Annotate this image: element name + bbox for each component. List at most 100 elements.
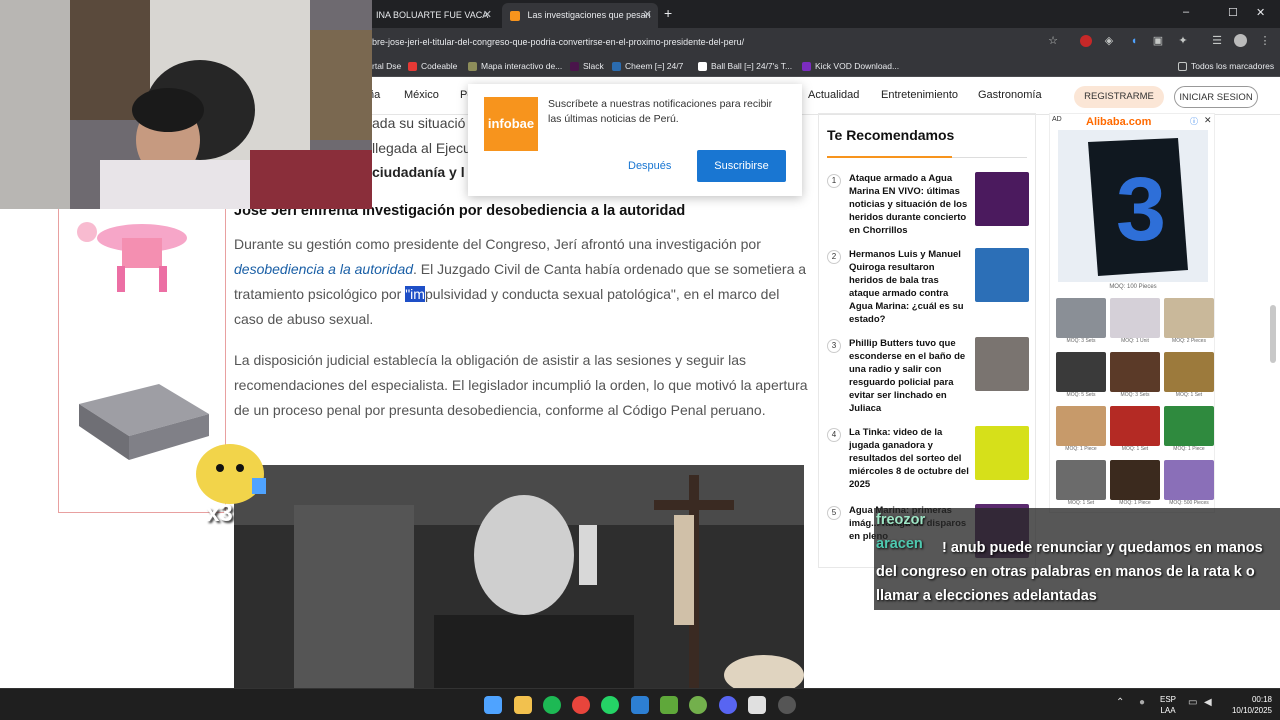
minimize-button[interactable]: – — [1183, 6, 1189, 18]
bookmark-item[interactable]: Slack — [570, 59, 604, 73]
ad-product-cell[interactable]: MOQ: 1 Unit — [1110, 298, 1160, 346]
ad-product-cell[interactable]: MOQ: 500 Pieces — [1164, 460, 1214, 508]
close-window-button[interactable]: ✕ — [1256, 6, 1265, 19]
ad-product-image[interactable] — [1164, 406, 1214, 446]
ad-product-image[interactable] — [1056, 460, 1106, 500]
recommend-thumbnail[interactable] — [975, 426, 1029, 480]
recommend-headline[interactable]: La Tinka: video de la jugada ganadora y … — [849, 426, 969, 491]
bookmark-item[interactable]: Ball Ball [=] 24/7's T... — [698, 59, 792, 73]
ad-product-image[interactable] — [1110, 406, 1160, 446]
chrome-icon[interactable] — [572, 696, 590, 714]
bookmark-item[interactable]: rtal Dse — [372, 59, 401, 73]
ad-product-cell[interactable]: MOQ: 3 Sets — [1110, 352, 1160, 400]
photos-icon[interactable] — [631, 696, 649, 714]
ad-product-cell[interactable]: MOQ: 1 Set — [1056, 460, 1106, 508]
whatsapp-icon[interactable] — [601, 696, 619, 714]
recommend-thumbnail[interactable] — [975, 248, 1029, 302]
ad-product-image[interactable] — [1056, 352, 1106, 392]
network-icon[interactable]: ▭ — [1188, 697, 1197, 708]
url-field[interactable]: bre-jose-jeri-el-titular-del-congreso-qu… — [372, 32, 1072, 52]
extension-gamepad-icon[interactable]: ◈ — [1102, 34, 1116, 48]
discord-icon[interactable] — [719, 696, 737, 714]
recommend-headline[interactable]: Phillip Butters tuvo que esconderse en e… — [849, 337, 969, 415]
nav-item-entretenimiento[interactable]: Entretenimiento — [881, 89, 958, 101]
input-language[interactable]: ESP LAA — [1160, 694, 1176, 716]
tray-chevron-icon[interactable]: ⌃ — [1116, 697, 1124, 708]
bookmark-star-icon[interactable]: ☆ — [1046, 34, 1060, 48]
alibaba-logo[interactable]: Alibaba.com — [1086, 116, 1151, 128]
spotify-icon[interactable] — [543, 696, 561, 714]
nav-item-gastronomia[interactable]: Gastronomía — [978, 89, 1042, 101]
ad-product-cell[interactable]: MOQ: 1 Set — [1164, 352, 1214, 400]
ad-product-cell[interactable]: MOQ: 1 Piece — [1164, 406, 1214, 454]
ad-product-image[interactable] — [1110, 298, 1160, 338]
volume-icon[interactable]: ◀ — [1204, 697, 1212, 708]
bookmark-item[interactable]: Mapa interactivo de... — [468, 59, 562, 73]
recommend-thumbnail[interactable] — [975, 337, 1029, 391]
bookmark-item[interactable]: Cheem [=] 24/7 — [612, 59, 683, 73]
ad-main-product-image[interactable]: 3 — [1058, 130, 1208, 282]
ad-product-cell[interactable]: MOQ: 1 Piece — [1056, 406, 1106, 454]
all-bookmarks-folder[interactable]: Todos los marcadores — [1178, 59, 1274, 73]
subscribe-button[interactable]: Suscribirse — [697, 150, 786, 182]
desobediencia-link[interactable]: desobediencia a la autoridad — [234, 261, 413, 277]
minecraft-icon[interactable] — [660, 696, 678, 714]
new-tab-button[interactable]: + — [664, 5, 672, 21]
ad-product-cell[interactable]: MOQ: 2 Pieces — [1164, 298, 1214, 346]
ad-close-icon[interactable]: ✕ — [1204, 115, 1212, 126]
emote-multiplier: x3 — [206, 500, 233, 527]
ad-product-cell[interactable]: MOQ: 3 Sets — [1056, 298, 1106, 346]
ad-product-cell[interactable]: MOQ: 5 Sets — [1056, 352, 1106, 400]
extension-box-icon[interactable]: ▣ — [1151, 34, 1165, 48]
kick-icon — [802, 62, 811, 72]
file-explorer-icon[interactable] — [514, 696, 532, 714]
recommend-item-2[interactable]: 2 Hermanos Luis y Manuel Quiroga resulta… — [827, 248, 1030, 328]
tab-boluarte[interactable]: INA BOLUARTE FUE VACA ✕ — [368, 3, 498, 28]
profile-avatar[interactable] — [1234, 34, 1247, 47]
page-scrollbar[interactable] — [1270, 305, 1276, 363]
bookmark-label: Codeable — [421, 61, 458, 71]
xbox-icon[interactable] — [689, 696, 707, 714]
recommend-item-3[interactable]: 3 Phillip Butters tuvo que esconderse en… — [827, 337, 1030, 417]
ad-info-icon[interactable]: ⓘ — [1190, 116, 1198, 127]
recommend-headline[interactable]: Hermanos Luis y Manuel Quiroga resultaro… — [849, 248, 969, 326]
obs-icon[interactable] — [778, 696, 796, 714]
nav-item-actualidad[interactable]: Actualidad — [808, 89, 859, 101]
microphone-icon[interactable]: ● — [1139, 697, 1145, 708]
nav-item-mexico[interactable]: México — [404, 89, 439, 101]
close-tab-icon[interactable]: ✕ — [643, 3, 652, 28]
ad-product-cell[interactable]: MOQ: 1 Piece — [1110, 460, 1160, 508]
ad-product-image[interactable] — [1056, 406, 1106, 446]
extension-red-icon[interactable] — [1080, 35, 1092, 47]
bookmark-item[interactable]: Kick VOD Download... — [802, 59, 899, 73]
ad-product-image[interactable] — [1164, 298, 1214, 338]
bookmark-item[interactable]: Codeable — [408, 59, 457, 73]
ad-product-cell[interactable]: MOQ: 1 Set — [1110, 406, 1160, 454]
tab-investigaciones[interactable]: Las investigaciones que pesan ✕ — [502, 3, 658, 28]
recommend-headline[interactable]: Ataque armado a Agua Marina EN VIVO: últ… — [849, 172, 969, 237]
maximize-button[interactable]: ☐ — [1228, 6, 1238, 19]
ad-product-image[interactable] — [1056, 298, 1106, 338]
extensions-puzzle-icon[interactable]: ✦ — [1176, 34, 1190, 48]
clock[interactable]: 00:18 10/10/2025 — [1222, 694, 1272, 716]
reading-list-icon[interactable]: ☰ — [1210, 34, 1224, 48]
clock-date: 10/10/2025 — [1231, 706, 1272, 715]
ad-product-image[interactable] — [1110, 460, 1160, 500]
ad-main-caption: MOQ: 100 Pieces — [1109, 284, 1157, 290]
register-button[interactable]: REGISTRARME — [1074, 86, 1164, 108]
menu-kebab-icon[interactable]: ⋮ — [1258, 34, 1272, 48]
tab-label: Las investigaciones que pesan — [527, 10, 651, 20]
recommend-item-4[interactable]: 4 La Tinka: video de la jugada ganadora … — [827, 426, 1030, 496]
start-windows-icon[interactable] — [484, 696, 502, 714]
later-button[interactable]: Después — [628, 160, 671, 172]
alibaba-ad[interactable]: AD Alibaba.com ⓘ ✕ 3 MOQ: 100 Pieces MOQ… — [1049, 113, 1215, 513]
recommend-item-1[interactable]: 1 Ataque armado a Agua Marina EN VIVO: ú… — [827, 172, 1030, 238]
recommend-thumbnail[interactable] — [975, 172, 1029, 226]
extension-sound-icon[interactable]: ◖ — [1127, 34, 1141, 48]
ad-product-image[interactable] — [1164, 460, 1214, 500]
ad-product-image[interactable] — [1164, 352, 1214, 392]
close-tab-icon[interactable]: ✕ — [483, 3, 492, 28]
ad-product-image[interactable] — [1110, 352, 1160, 392]
capcut-icon[interactable] — [748, 696, 766, 714]
login-button[interactable]: INICIAR SESION — [1174, 86, 1258, 108]
